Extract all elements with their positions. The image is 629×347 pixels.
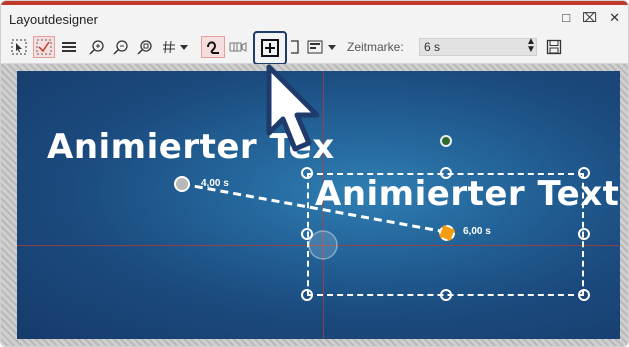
rotation-handle[interactable] [440, 135, 452, 147]
add-keyframe-button[interactable] [253, 31, 287, 65]
keyframe-start-point[interactable] [174, 176, 190, 192]
pin-icon[interactable]: ⌧ [582, 11, 597, 25]
zoom-out-icon[interactable] [111, 36, 131, 58]
keyframe-start-label: 4,00 s [201, 178, 229, 189]
time-marker-input[interactable]: 6 s [419, 38, 537, 56]
anchor-icon[interactable] [33, 36, 55, 58]
window-controls: □ ⌧ ✕ [562, 11, 620, 25]
resize-handle-top[interactable] [440, 167, 452, 179]
align-icon[interactable] [305, 36, 341, 58]
resize-handle-bottom-right[interactable] [578, 289, 590, 301]
time-spinner[interactable]: ▲ ▼ [526, 37, 536, 55]
layers-icon[interactable] [59, 36, 79, 58]
maximize-icon[interactable]: □ [562, 11, 570, 25]
resize-handle-left[interactable] [301, 228, 313, 240]
zoom-fit-icon[interactable] [135, 36, 155, 58]
crop-icon[interactable] [289, 36, 301, 58]
time-marker-label: Zeitmarke: [347, 40, 404, 54]
select-icon[interactable] [9, 36, 29, 58]
grid-icon[interactable] [161, 36, 191, 58]
title-bar: Layoutdesigner □ ⌧ ✕ [1, 5, 628, 33]
layoutdesigner-window: Layoutdesigner □ ⌧ ✕ Zeitmarke: 6 s ▲ ▼ … [0, 0, 629, 347]
film-icon[interactable] [227, 36, 249, 58]
mouse-pointer-icon [266, 64, 320, 152]
resize-handle-bottom[interactable] [440, 289, 452, 301]
add-keyframe-icon [261, 39, 279, 57]
window-title: Layoutdesigner [9, 12, 98, 27]
save-icon[interactable] [544, 36, 564, 58]
toolbar: Zeitmarke: 6 s ▲ ▼ [1, 33, 628, 64]
zoom-in-icon[interactable] [87, 36, 107, 58]
resize-handle-bottom-left[interactable] [301, 289, 313, 301]
resize-handle-top-left[interactable] [301, 167, 313, 179]
close-icon[interactable]: ✕ [609, 11, 620, 25]
curve-icon[interactable] [201, 36, 225, 58]
resize-handle-top-right[interactable] [578, 167, 590, 179]
selection-box[interactable] [307, 173, 584, 296]
resize-handle-right[interactable] [578, 228, 590, 240]
